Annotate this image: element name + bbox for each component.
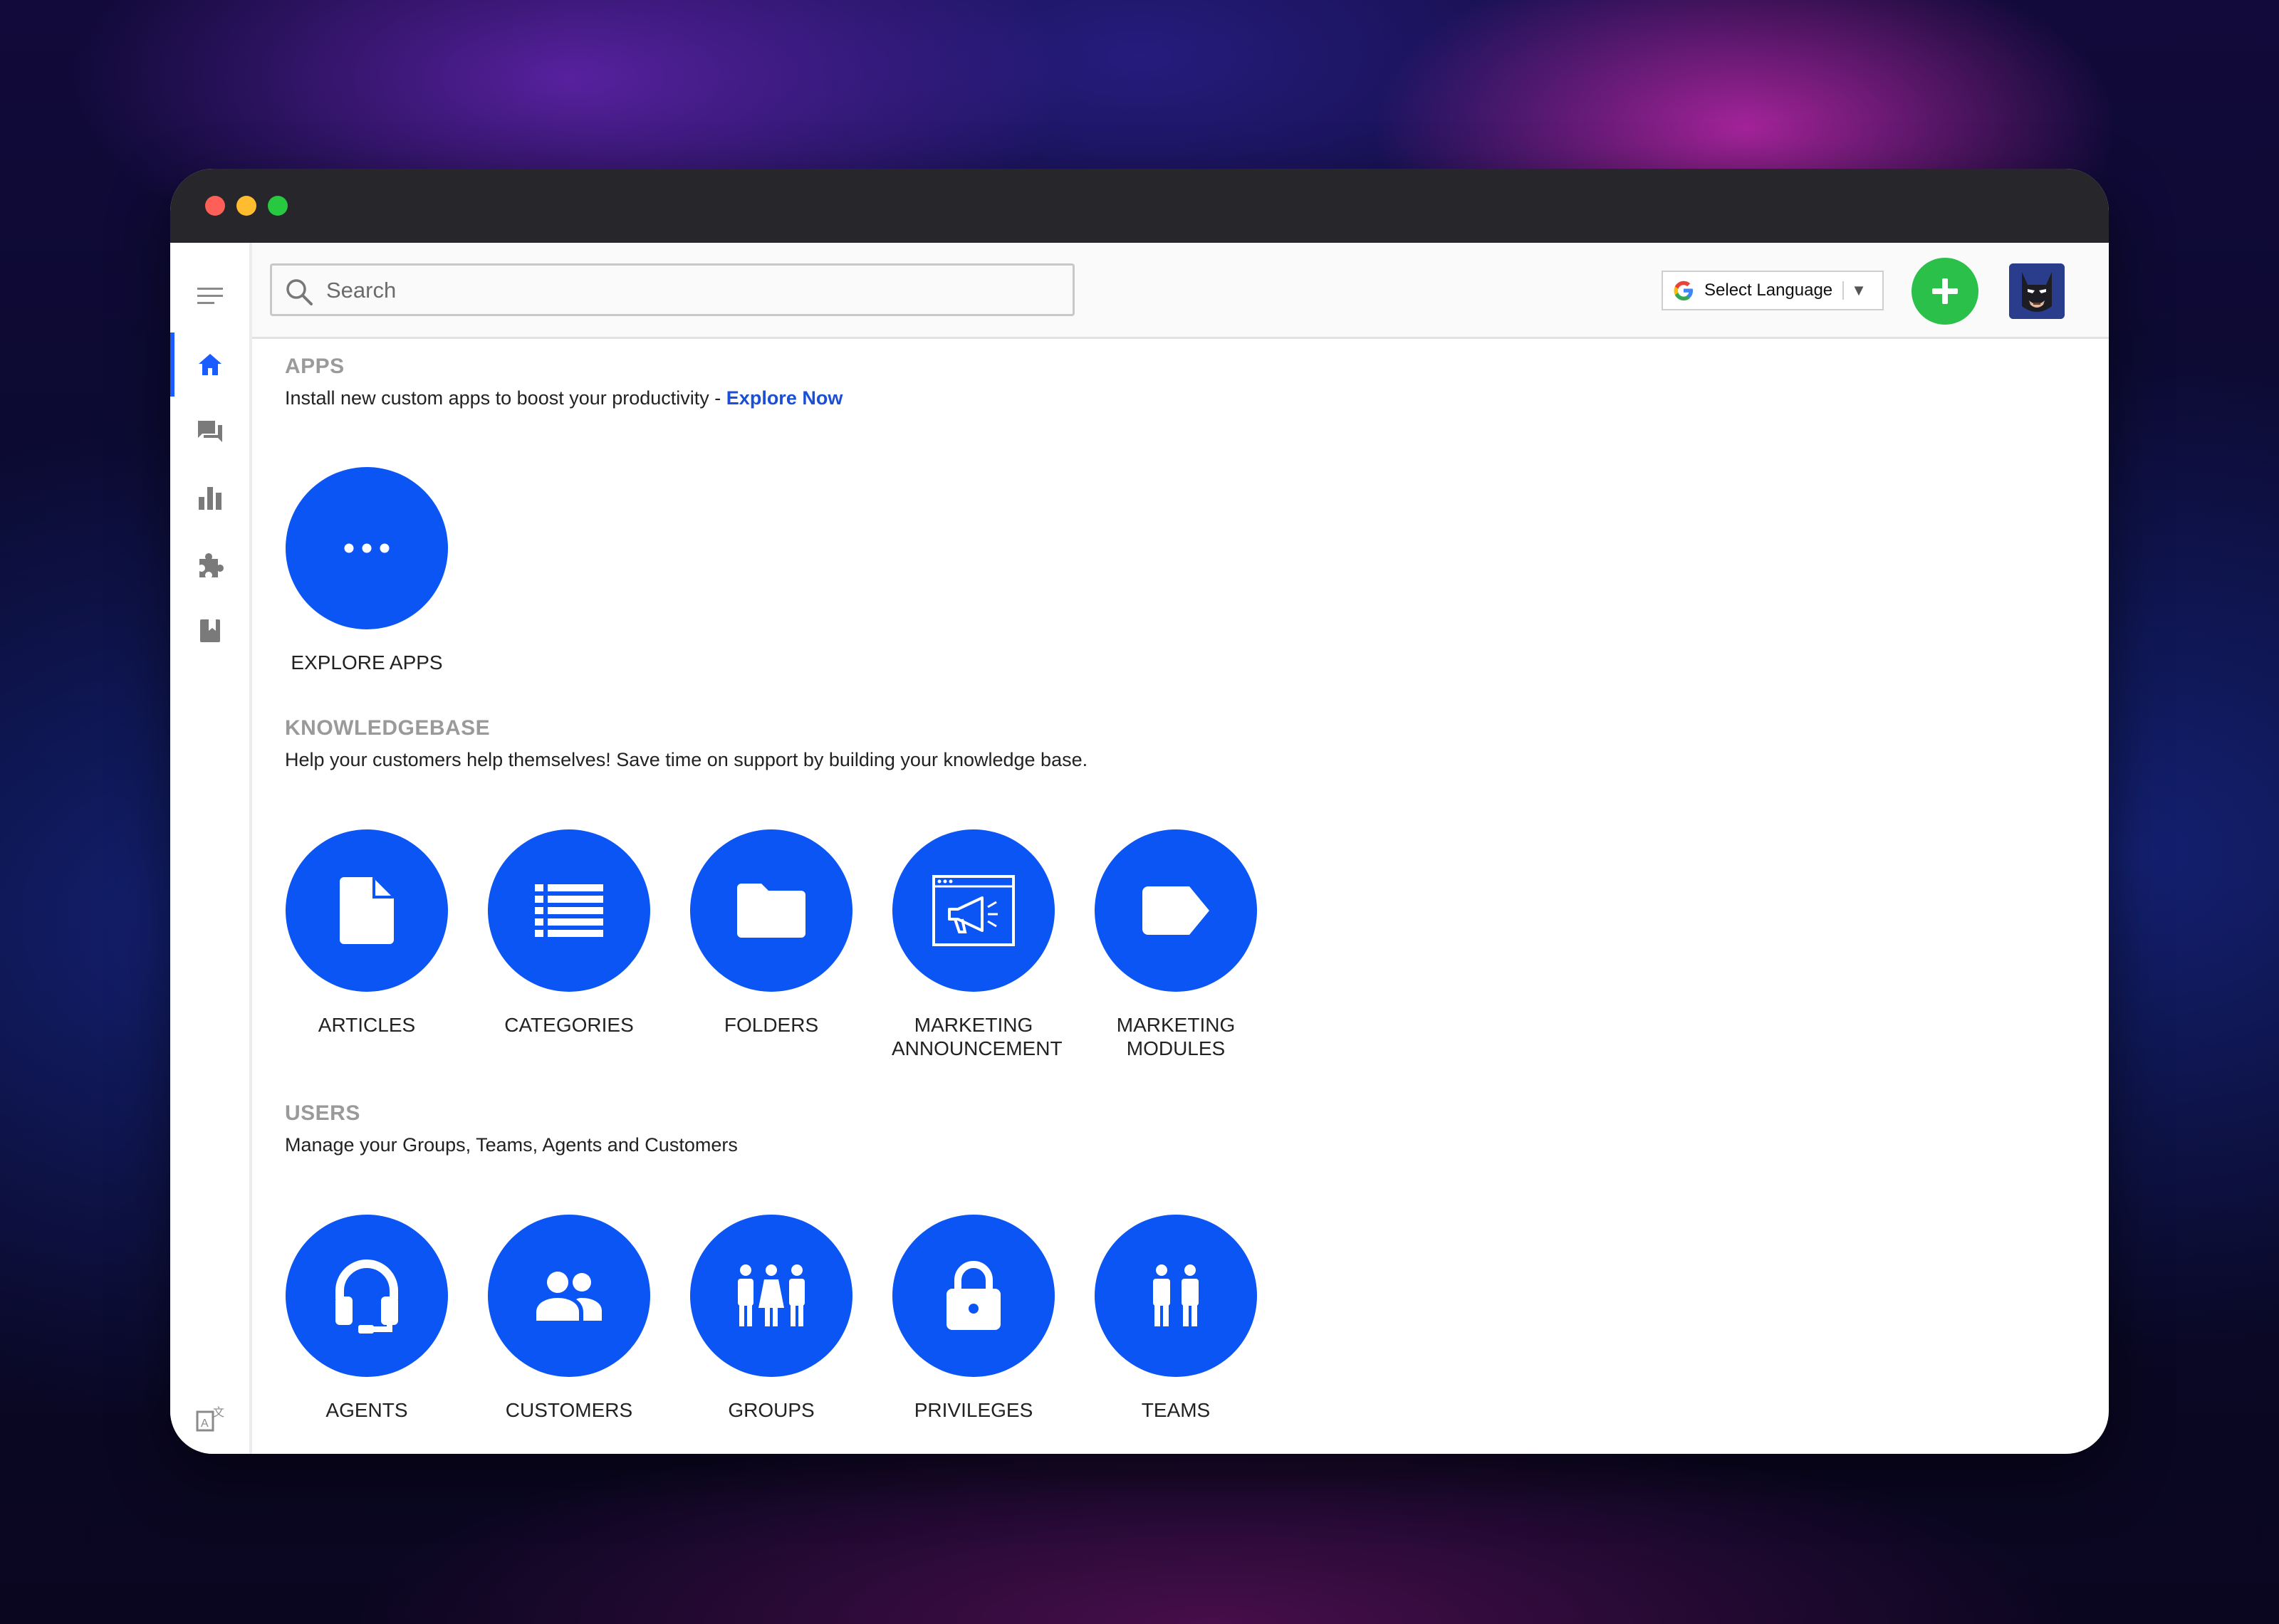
close-window-button[interactable] bbox=[205, 196, 225, 216]
batman-avatar-icon bbox=[2009, 263, 2065, 319]
home-icon bbox=[198, 354, 221, 375]
categories-circle bbox=[488, 829, 650, 992]
language-select[interactable]: Select Language ▼ bbox=[1662, 271, 1884, 310]
megaphone-window-icon bbox=[932, 875, 1015, 946]
tile-explore-apps[interactable]: EXPLORE APPS bbox=[285, 467, 449, 674]
tile-label: GROUPS bbox=[728, 1399, 815, 1421]
apps-section-description: Install new custom apps to boost your pr… bbox=[285, 387, 843, 409]
tile-marketing-modules[interactable]: MARKETING MODULES bbox=[1094, 829, 1258, 1060]
puzzle-icon bbox=[199, 553, 224, 577]
explore-apps-circle bbox=[286, 467, 448, 629]
tile-label: EXPLORE APPS bbox=[291, 651, 443, 674]
agents-circle bbox=[286, 1215, 448, 1377]
tile-label: PRIVILEGES bbox=[914, 1399, 1033, 1421]
language-select-divider bbox=[1842, 281, 1845, 300]
articles-circle bbox=[286, 829, 448, 992]
bar-chart-icon bbox=[198, 487, 221, 510]
tile-label: FOLDERS bbox=[724, 1014, 819, 1036]
sidebar: A文 bbox=[170, 243, 252, 1454]
tile-label: CUSTOMERS bbox=[505, 1399, 633, 1421]
search-icon bbox=[286, 279, 313, 305]
svg-text:文: 文 bbox=[213, 1406, 224, 1419]
tile-label: CATEGORIES bbox=[504, 1014, 634, 1036]
search-box[interactable] bbox=[270, 263, 1075, 316]
tile-label: MARKETING ANNOUNCEMENT bbox=[892, 1014, 1063, 1059]
sidebar-item-tickets[interactable] bbox=[170, 400, 249, 464]
google-g-icon bbox=[1674, 281, 1693, 300]
knowledgebase-section-description: Help your customers help themselves! Sav… bbox=[285, 749, 1088, 770]
sidebar-item-knowledgebase[interactable] bbox=[170, 599, 249, 663]
sidebar-item-apps[interactable] bbox=[170, 533, 249, 597]
create-new-button[interactable] bbox=[1912, 258, 1978, 325]
sidebar-item-reports[interactable] bbox=[170, 466, 249, 530]
tile-agents[interactable]: AGENTS bbox=[285, 1215, 449, 1422]
tile-articles[interactable]: ARTICLES bbox=[285, 829, 449, 1037]
menu-toggle-button[interactable] bbox=[170, 264, 249, 328]
folder-icon bbox=[737, 884, 805, 938]
user-avatar[interactable] bbox=[2009, 263, 2065, 319]
tile-groups[interactable]: GROUPS bbox=[689, 1215, 853, 1422]
tile-marketing-announcement[interactable]: MARKETING ANNOUNCEMENT bbox=[892, 829, 1063, 1060]
people-icon bbox=[536, 1272, 602, 1321]
maximize-window-button[interactable] bbox=[268, 196, 288, 216]
tile-categories[interactable]: CATEGORIES bbox=[487, 829, 651, 1037]
apps-description-text: Install new custom apps to boost your pr… bbox=[285, 387, 726, 409]
apps-section-title: APPS bbox=[285, 355, 345, 378]
sidebar-item-translate[interactable]: A文 bbox=[170, 1387, 249, 1451]
marketing-announcement-circle bbox=[892, 829, 1055, 992]
lock-icon bbox=[946, 1261, 1001, 1330]
users-section-description: Manage your Groups, Teams, Agents and Cu… bbox=[285, 1134, 738, 1156]
sidebar-item-home[interactable] bbox=[170, 332, 249, 397]
chat-icon bbox=[197, 421, 222, 442]
language-select-label: Select Language bbox=[1704, 281, 1833, 300]
document-icon bbox=[340, 877, 394, 944]
tile-folders[interactable]: FOLDERS bbox=[689, 829, 853, 1037]
privileges-circle bbox=[892, 1215, 1055, 1377]
window-titlebar bbox=[170, 169, 2109, 243]
tile-privileges[interactable]: PRIVILEGES bbox=[892, 1215, 1055, 1422]
top-header: Select Language ▼ bbox=[252, 243, 2109, 339]
svg-text:A: A bbox=[201, 1418, 209, 1430]
search-input[interactable] bbox=[325, 271, 1054, 310]
bookmark-book-icon bbox=[199, 619, 220, 642]
marketing-modules-circle bbox=[1095, 829, 1257, 992]
tile-label: MARKETING MODULES bbox=[1116, 1014, 1236, 1059]
explore-now-link[interactable]: Explore Now bbox=[726, 387, 843, 409]
more-dots-icon bbox=[344, 543, 390, 553]
headset-icon bbox=[335, 1259, 398, 1334]
tile-label: ARTICLES bbox=[318, 1014, 416, 1036]
tile-customers[interactable]: CUSTOMERS bbox=[487, 1215, 651, 1422]
customers-circle bbox=[488, 1215, 650, 1377]
folders-circle bbox=[690, 829, 852, 992]
groups-circle bbox=[690, 1215, 852, 1377]
dropdown-arrow-icon: ▼ bbox=[1851, 281, 1867, 299]
tile-label: AGENTS bbox=[325, 1399, 408, 1421]
plus-icon bbox=[1932, 278, 1958, 304]
translate-icon: A文 bbox=[196, 1406, 224, 1432]
team-icon bbox=[1153, 1264, 1199, 1326]
tile-teams[interactable]: TEAMS bbox=[1094, 1215, 1258, 1422]
users-section-title: USERS bbox=[285, 1101, 360, 1125]
minimize-window-button[interactable] bbox=[236, 196, 256, 216]
tile-label: TEAMS bbox=[1141, 1399, 1211, 1421]
label-tag-icon bbox=[1142, 886, 1209, 935]
menu-icon bbox=[197, 288, 223, 304]
list-icon bbox=[535, 884, 603, 937]
group-people-icon bbox=[738, 1264, 805, 1326]
teams-circle bbox=[1095, 1215, 1257, 1377]
knowledgebase-section-title: KNOWLEDGEBASE bbox=[285, 716, 491, 740]
app-window: A文 Select Language ▼ bbox=[170, 169, 2109, 1454]
main-content: APPS Install new custom apps to boost yo… bbox=[252, 339, 2109, 1454]
